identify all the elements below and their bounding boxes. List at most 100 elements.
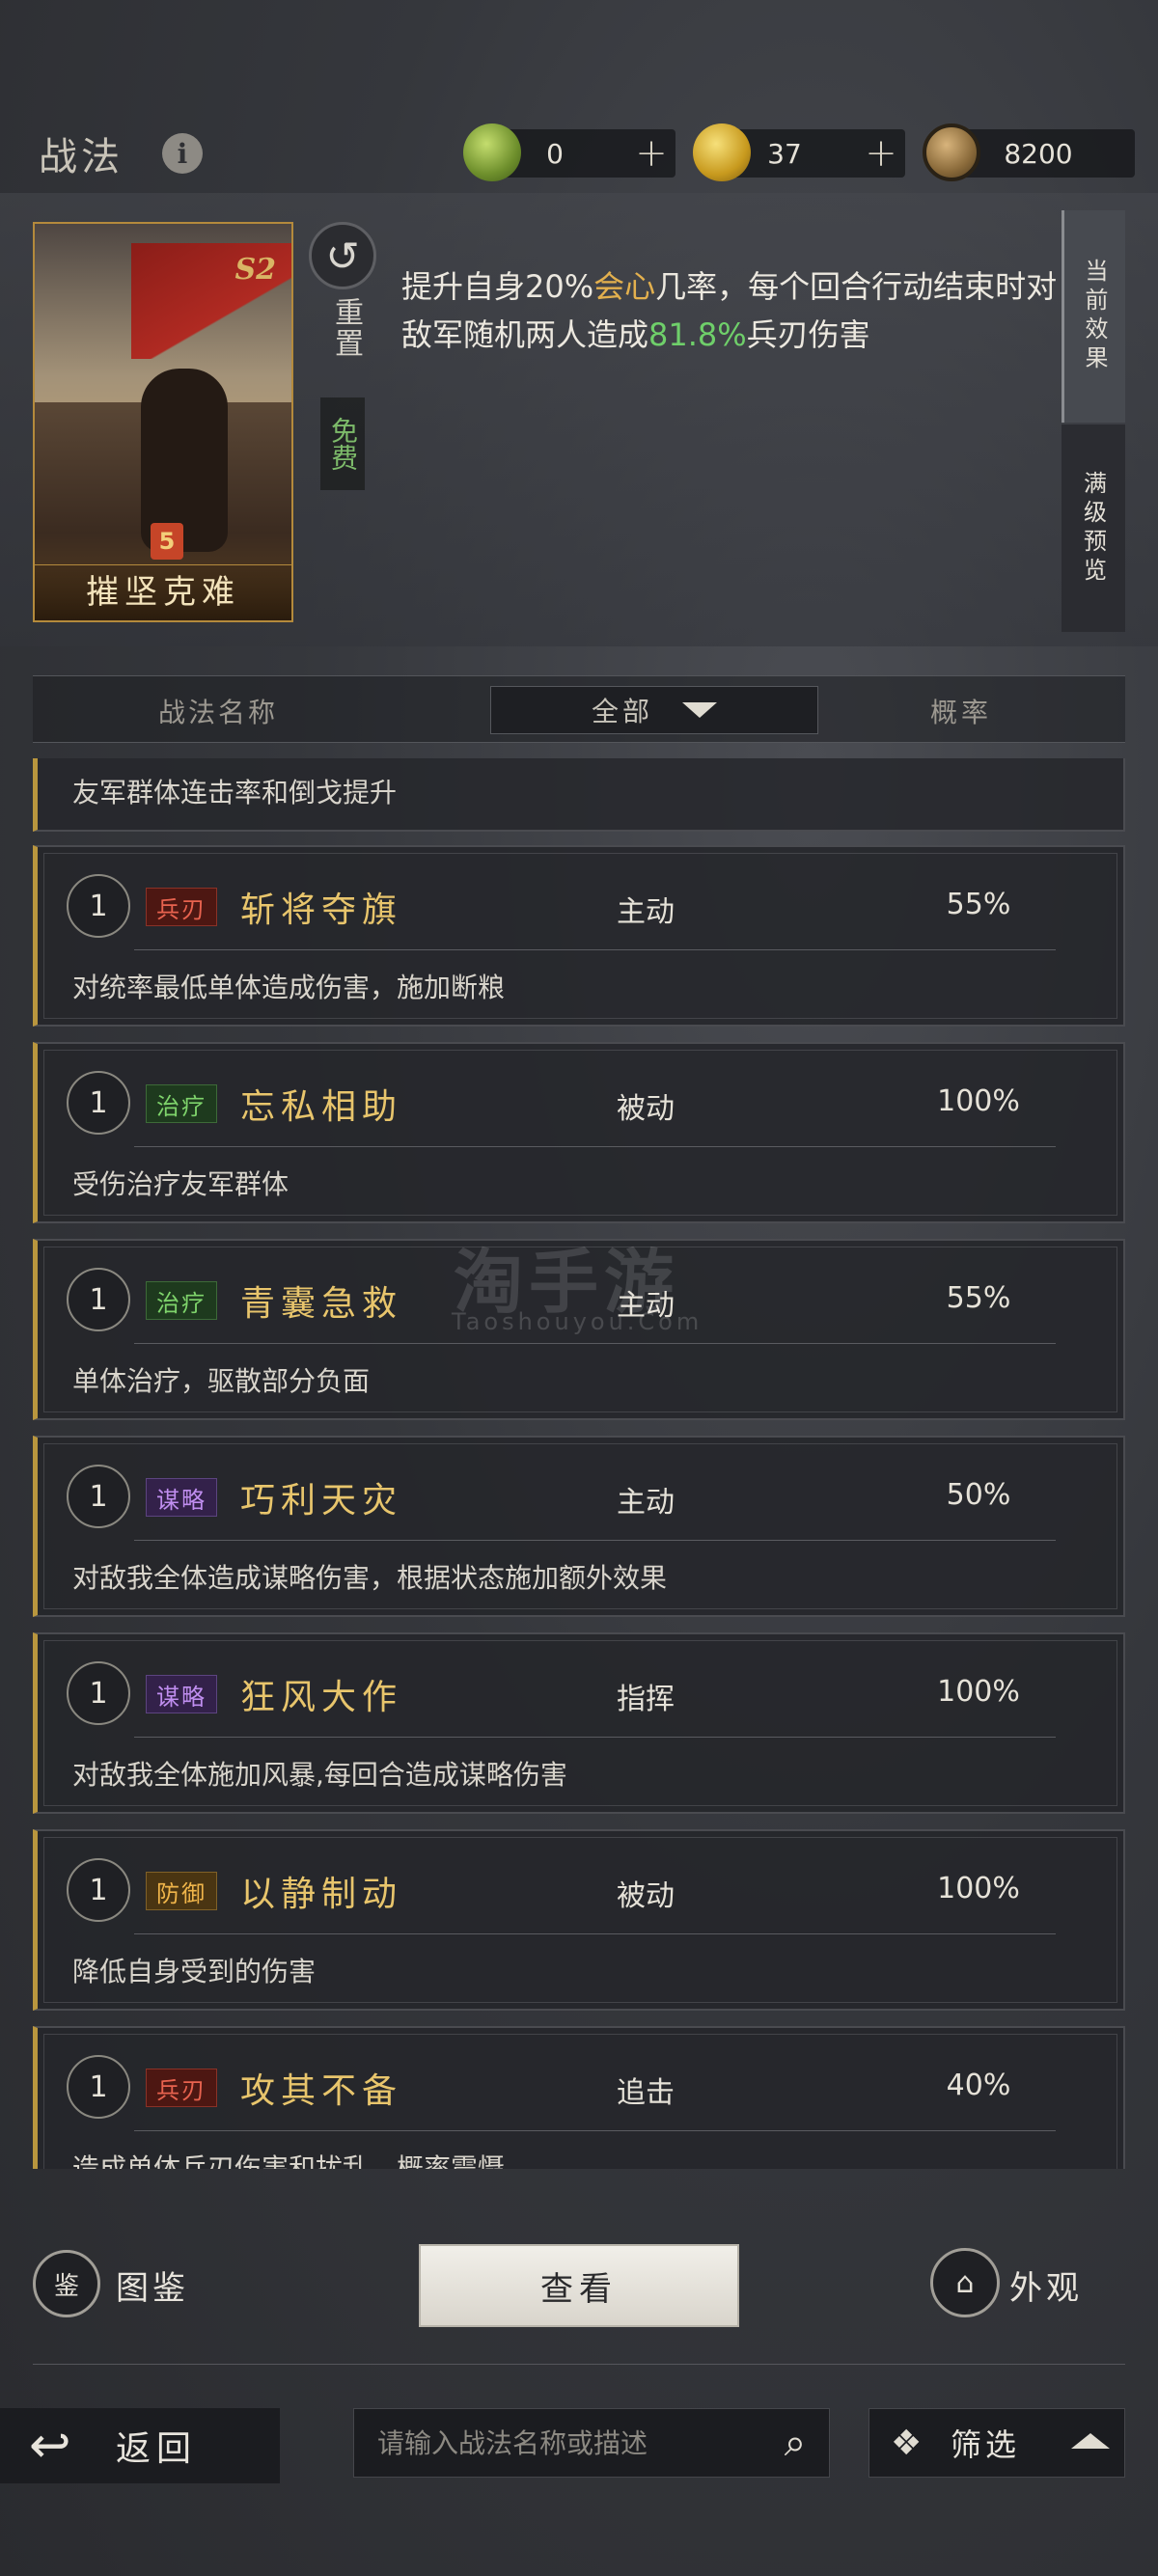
item-type-tag: 治疗	[146, 1084, 217, 1123]
item-activation: 主动	[617, 1486, 675, 1520]
item-level: 1	[67, 1268, 130, 1331]
item-activation: 被动	[617, 1092, 675, 1126]
item-divider	[134, 949, 1056, 950]
item-level: 1	[67, 2055, 130, 2119]
reset-button[interactable]: ↺ 重置 免费	[307, 218, 378, 507]
list-item[interactable]: 1 治疗 忘私相助 被动 100% 受伤治疗友军群体	[33, 1042, 1125, 1223]
gold-coin-icon	[693, 123, 751, 181]
item-description: 对统率最低单体造成伤害，施加断粮	[72, 972, 506, 1003]
jade-add-button[interactable]: +	[627, 131, 676, 176]
item-rate: 50%	[946, 1478, 1011, 1512]
item-name: 狂风大作	[240, 1678, 403, 1717]
item-type-tag: 治疗	[146, 1281, 217, 1320]
effect-text-3: 兵刃伤害	[746, 316, 870, 353]
item-description: 单体治疗，驱散部分负面	[72, 1365, 371, 1397]
item-rate: 40%	[946, 2069, 1011, 2102]
encyclopedia-label[interactable]: 图鉴	[116, 2261, 189, 2309]
item-name: 青囊急救	[240, 1284, 403, 1324]
item-divider	[134, 2130, 1056, 2131]
list-item[interactable]: 1 兵刃 攻其不备 追击 40% 造成单体兵刃伤害和扰乱，概率震慑	[33, 2026, 1125, 2169]
view-button[interactable]: 查看	[419, 2244, 739, 2327]
back-button[interactable]: ↩ 返回	[0, 2408, 280, 2483]
item-name: 斩将夺旗	[240, 891, 403, 930]
item-divider	[134, 1933, 1056, 1934]
item-level: 1	[67, 1661, 130, 1725]
column-header-name: 战法名称	[158, 697, 279, 728]
list-item[interactable]: 友军群体连击率和倒戈提升	[33, 758, 1125, 832]
jade-coin-icon	[463, 123, 521, 181]
list-item[interactable]: 1 谋略 巧利天灾 主动 50% 对敌我全体造成谋略伤害，根据状态施加额外效果	[33, 1436, 1125, 1617]
item-type-tag: 兵刃	[146, 2069, 217, 2107]
item-divider	[134, 1343, 1056, 1344]
effect-keyword: 会心	[593, 268, 656, 305]
currency-jade: 0 +	[463, 123, 676, 181]
currency-gold: 37 +	[693, 123, 905, 181]
reset-icon[interactable]: ↺	[309, 222, 376, 289]
item-level: 1	[67, 1858, 130, 1922]
reset-cost-label: 免费	[320, 397, 365, 490]
search-icon[interactable]: ⌕	[761, 2421, 829, 2465]
watermark-url: Taoshouyou.Com	[452, 1308, 703, 1335]
item-description: 降低自身受到的伤害	[72, 1956, 317, 1987]
item-divider	[134, 1146, 1056, 1147]
item-type-tag: 谋略	[146, 1675, 217, 1713]
item-name: 以静制动	[240, 1875, 403, 1914]
appearance-icon[interactable]: ⌂	[930, 2248, 1000, 2317]
item-type-tag: 谋略	[146, 1478, 217, 1517]
card-level-badge: 5	[151, 523, 183, 560]
list-item[interactable]: 1 谋略 狂风大作 指挥 100% 对敌我全体施加风暴,每回合造成谋略伤害	[33, 1632, 1125, 1814]
item-rate: 100%	[937, 1084, 1020, 1118]
list-item[interactable]: 1 兵刃 斩将夺旗 主动 55% 对统率最低单体造成伤害，施加断粮	[33, 845, 1125, 1027]
divider	[33, 2364, 1125, 2365]
item-activation: 主动	[617, 895, 675, 929]
search-input[interactable]	[354, 2426, 761, 2459]
type-filter-value: 全部	[591, 696, 653, 727]
effect-text-1: 提升自身20%	[401, 268, 594, 305]
item-name: 忘私相助	[240, 1087, 403, 1127]
item-activation: 被动	[617, 1879, 675, 1913]
item-divider	[134, 1540, 1056, 1541]
back-label: 返回	[116, 2429, 198, 2469]
bottom-actions: 鉴 图鉴 查看 ⌂ 外观	[0, 2219, 1158, 2354]
reset-label: 重置	[329, 297, 363, 359]
item-rate: 55%	[946, 1281, 1011, 1315]
item-type-tag: 防御	[146, 1872, 217, 1910]
item-name: 攻其不备	[240, 2071, 403, 2111]
item-rate: 55%	[946, 888, 1011, 921]
item-rate: 100%	[937, 1675, 1020, 1709]
item-level: 1	[67, 1071, 130, 1135]
type-filter-dropdown[interactable]: 全部	[490, 686, 818, 734]
page-title: 战法	[39, 135, 124, 179]
chevron-down-icon	[682, 702, 717, 718]
item-description: 受伤治疗友军群体	[72, 1168, 290, 1200]
search-bar[interactable]: ⌕	[353, 2408, 830, 2478]
season-badge: S2	[234, 253, 276, 287]
item-name: 巧利天灾	[240, 1481, 403, 1521]
item-divider	[134, 1737, 1056, 1738]
effect-description: 提升自身20%会心几率，每个回合行动结束时对敌军随机两人造成81.8%兵刃伤害	[401, 262, 1058, 359]
back-arrow-icon: ↩	[29, 2417, 71, 2475]
info-icon[interactable]: i	[162, 133, 203, 174]
filter-label: 筛选	[951, 2426, 1021, 2463]
item-description: 友军群体连击率和倒戈提升	[72, 777, 398, 808]
item-rate: 100%	[937, 1872, 1020, 1905]
tab-max-level-preview[interactable]: 满级预览	[1062, 425, 1125, 632]
effect-percent: 81.8%	[648, 316, 747, 353]
chevron-up-icon[interactable]	[1057, 2433, 1124, 2453]
tactic-card[interactable]: S2 5 摧坚克难	[33, 222, 293, 622]
column-header-rate: 概率	[930, 697, 993, 728]
item-level: 1	[67, 1465, 130, 1528]
list-item[interactable]: 1 防御 以静制动 被动 100% 降低自身受到的伤害	[33, 1829, 1125, 2011]
tactic-list[interactable]: 友军群体连击率和倒戈提升 1 兵刃 斩将夺旗 主动 55% 对统率最低单体造成伤…	[33, 758, 1125, 2169]
item-description: 对敌我全体造成谋略伤害，根据状态施加额外效果	[72, 1562, 668, 1594]
tab-current-effect[interactable]: 当前效果	[1062, 210, 1125, 423]
gold-add-button[interactable]: +	[857, 131, 905, 176]
item-activation: 追击	[617, 2076, 675, 2110]
item-description: 造成单体兵刃伤害和扰乱，概率震慑	[72, 2152, 506, 2169]
encyclopedia-icon[interactable]: 鉴	[33, 2250, 100, 2317]
copper-coin-icon	[923, 123, 980, 181]
currency-copper: 8200	[923, 123, 1135, 181]
appearance-label[interactable]: 外观	[1009, 2261, 1083, 2309]
filter-icon: ❖	[891, 2423, 923, 2463]
filter-button[interactable]: ❖ 筛选	[868, 2408, 1125, 2478]
